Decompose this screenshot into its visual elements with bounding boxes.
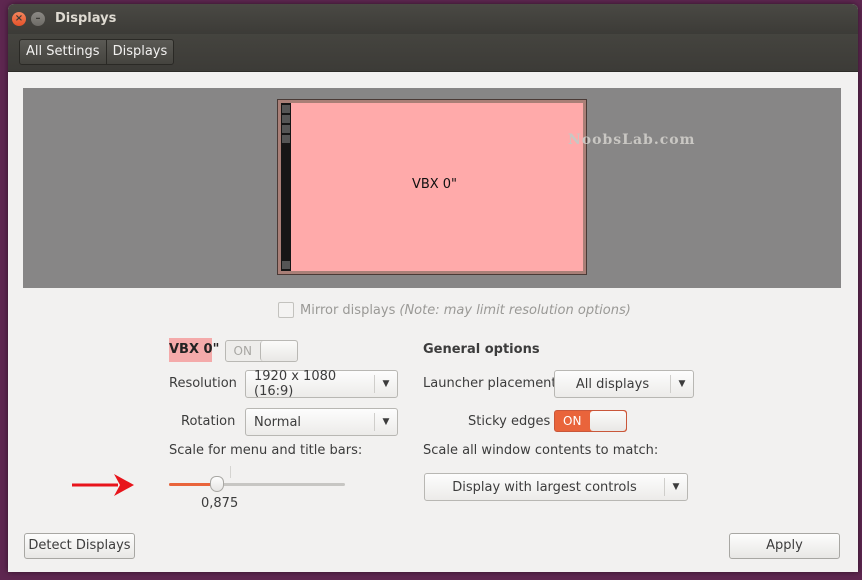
toolbar: All Settings Displays bbox=[8, 34, 858, 72]
chevron-down-icon: ▼ bbox=[382, 379, 390, 389]
detect-displays-button[interactable]: Detect Displays bbox=[24, 533, 135, 559]
general-options-heading: General options bbox=[423, 342, 540, 357]
scale-label: Scale for menu and title bars: bbox=[169, 443, 363, 458]
sticky-edges-label: Sticky edges bbox=[468, 414, 551, 429]
scale-value: 0,875 bbox=[201, 496, 239, 511]
breadcrumb-all-settings[interactable]: All Settings bbox=[20, 40, 106, 64]
launcher-placement-label: Launcher placement bbox=[423, 376, 557, 391]
scale-all-dropdown[interactable]: Display with largest controls ▼ bbox=[424, 473, 688, 501]
sticky-toggle-label: ON bbox=[563, 414, 582, 428]
close-icon: × bbox=[14, 13, 24, 24]
title-bar: × – Displays bbox=[8, 4, 858, 34]
chevron-down-icon: ▼ bbox=[382, 417, 390, 427]
resolution-value: 1920 x 1080 (16:9) bbox=[254, 369, 337, 399]
monitor-preview[interactable]: VBX 0" bbox=[277, 99, 587, 275]
display-name-label: VBX 0" bbox=[169, 338, 219, 362]
display-power-toggle[interactable]: ON bbox=[225, 340, 298, 362]
red-arrow-annotation-icon bbox=[72, 474, 134, 496]
resolution-dropdown[interactable]: 1920 x 1080 (16:9) ▼ bbox=[245, 369, 398, 399]
toggle-knob bbox=[259, 341, 297, 361]
minimize-icon: – bbox=[35, 13, 41, 24]
mirror-displays-note: (Note: may limit resolution options) bbox=[399, 302, 631, 318]
mirror-displays-label: Mirror displays bbox=[300, 302, 396, 318]
mirror-displays-option: Mirror displays (Note: may limit resolut… bbox=[278, 302, 631, 318]
chevron-down-icon: ▼ bbox=[678, 379, 686, 389]
rotation-value: Normal bbox=[254, 414, 302, 430]
display-toggle-label: ON bbox=[233, 344, 252, 358]
apply-button[interactable]: Apply bbox=[729, 533, 840, 559]
scale-all-value: Display with largest controls bbox=[452, 479, 637, 495]
window-title: Displays bbox=[55, 11, 117, 26]
breadcrumb: All Settings Displays bbox=[19, 39, 175, 65]
watermark: NoobsLab.com bbox=[568, 132, 696, 148]
mirror-displays-checkbox[interactable] bbox=[278, 302, 294, 318]
scale-slider[interactable] bbox=[169, 483, 345, 486]
launcher-placement-value: All displays bbox=[575, 376, 650, 392]
close-window-button[interactable]: × bbox=[12, 12, 26, 26]
rotation-label: Rotation bbox=[181, 414, 236, 429]
monitor-label: VBX 0" bbox=[411, 177, 458, 192]
toggle-knob bbox=[589, 411, 626, 431]
rotation-dropdown[interactable]: Normal ▼ bbox=[245, 408, 398, 436]
scale-all-label: Scale all window contents to match: bbox=[423, 443, 659, 458]
slider-default-mark bbox=[230, 466, 231, 478]
minimize-window-button[interactable]: – bbox=[31, 12, 45, 26]
breadcrumb-displays[interactable]: Displays bbox=[105, 40, 174, 64]
chevron-down-icon: ▼ bbox=[672, 482, 680, 492]
scale-slider-handle[interactable] bbox=[209, 476, 224, 492]
displays-window: × – Displays All Settings Displays VBX 0… bbox=[8, 4, 858, 572]
sticky-edges-toggle[interactable]: ON bbox=[554, 410, 627, 432]
displays-panel: VBX 0" NoobsLab.com Mirror displays (Not… bbox=[8, 72, 858, 572]
launcher-placement-dropdown[interactable]: All displays ▼ bbox=[554, 370, 694, 398]
resolution-label: Resolution bbox=[169, 376, 237, 391]
display-arrangement-area: VBX 0" bbox=[23, 88, 841, 288]
